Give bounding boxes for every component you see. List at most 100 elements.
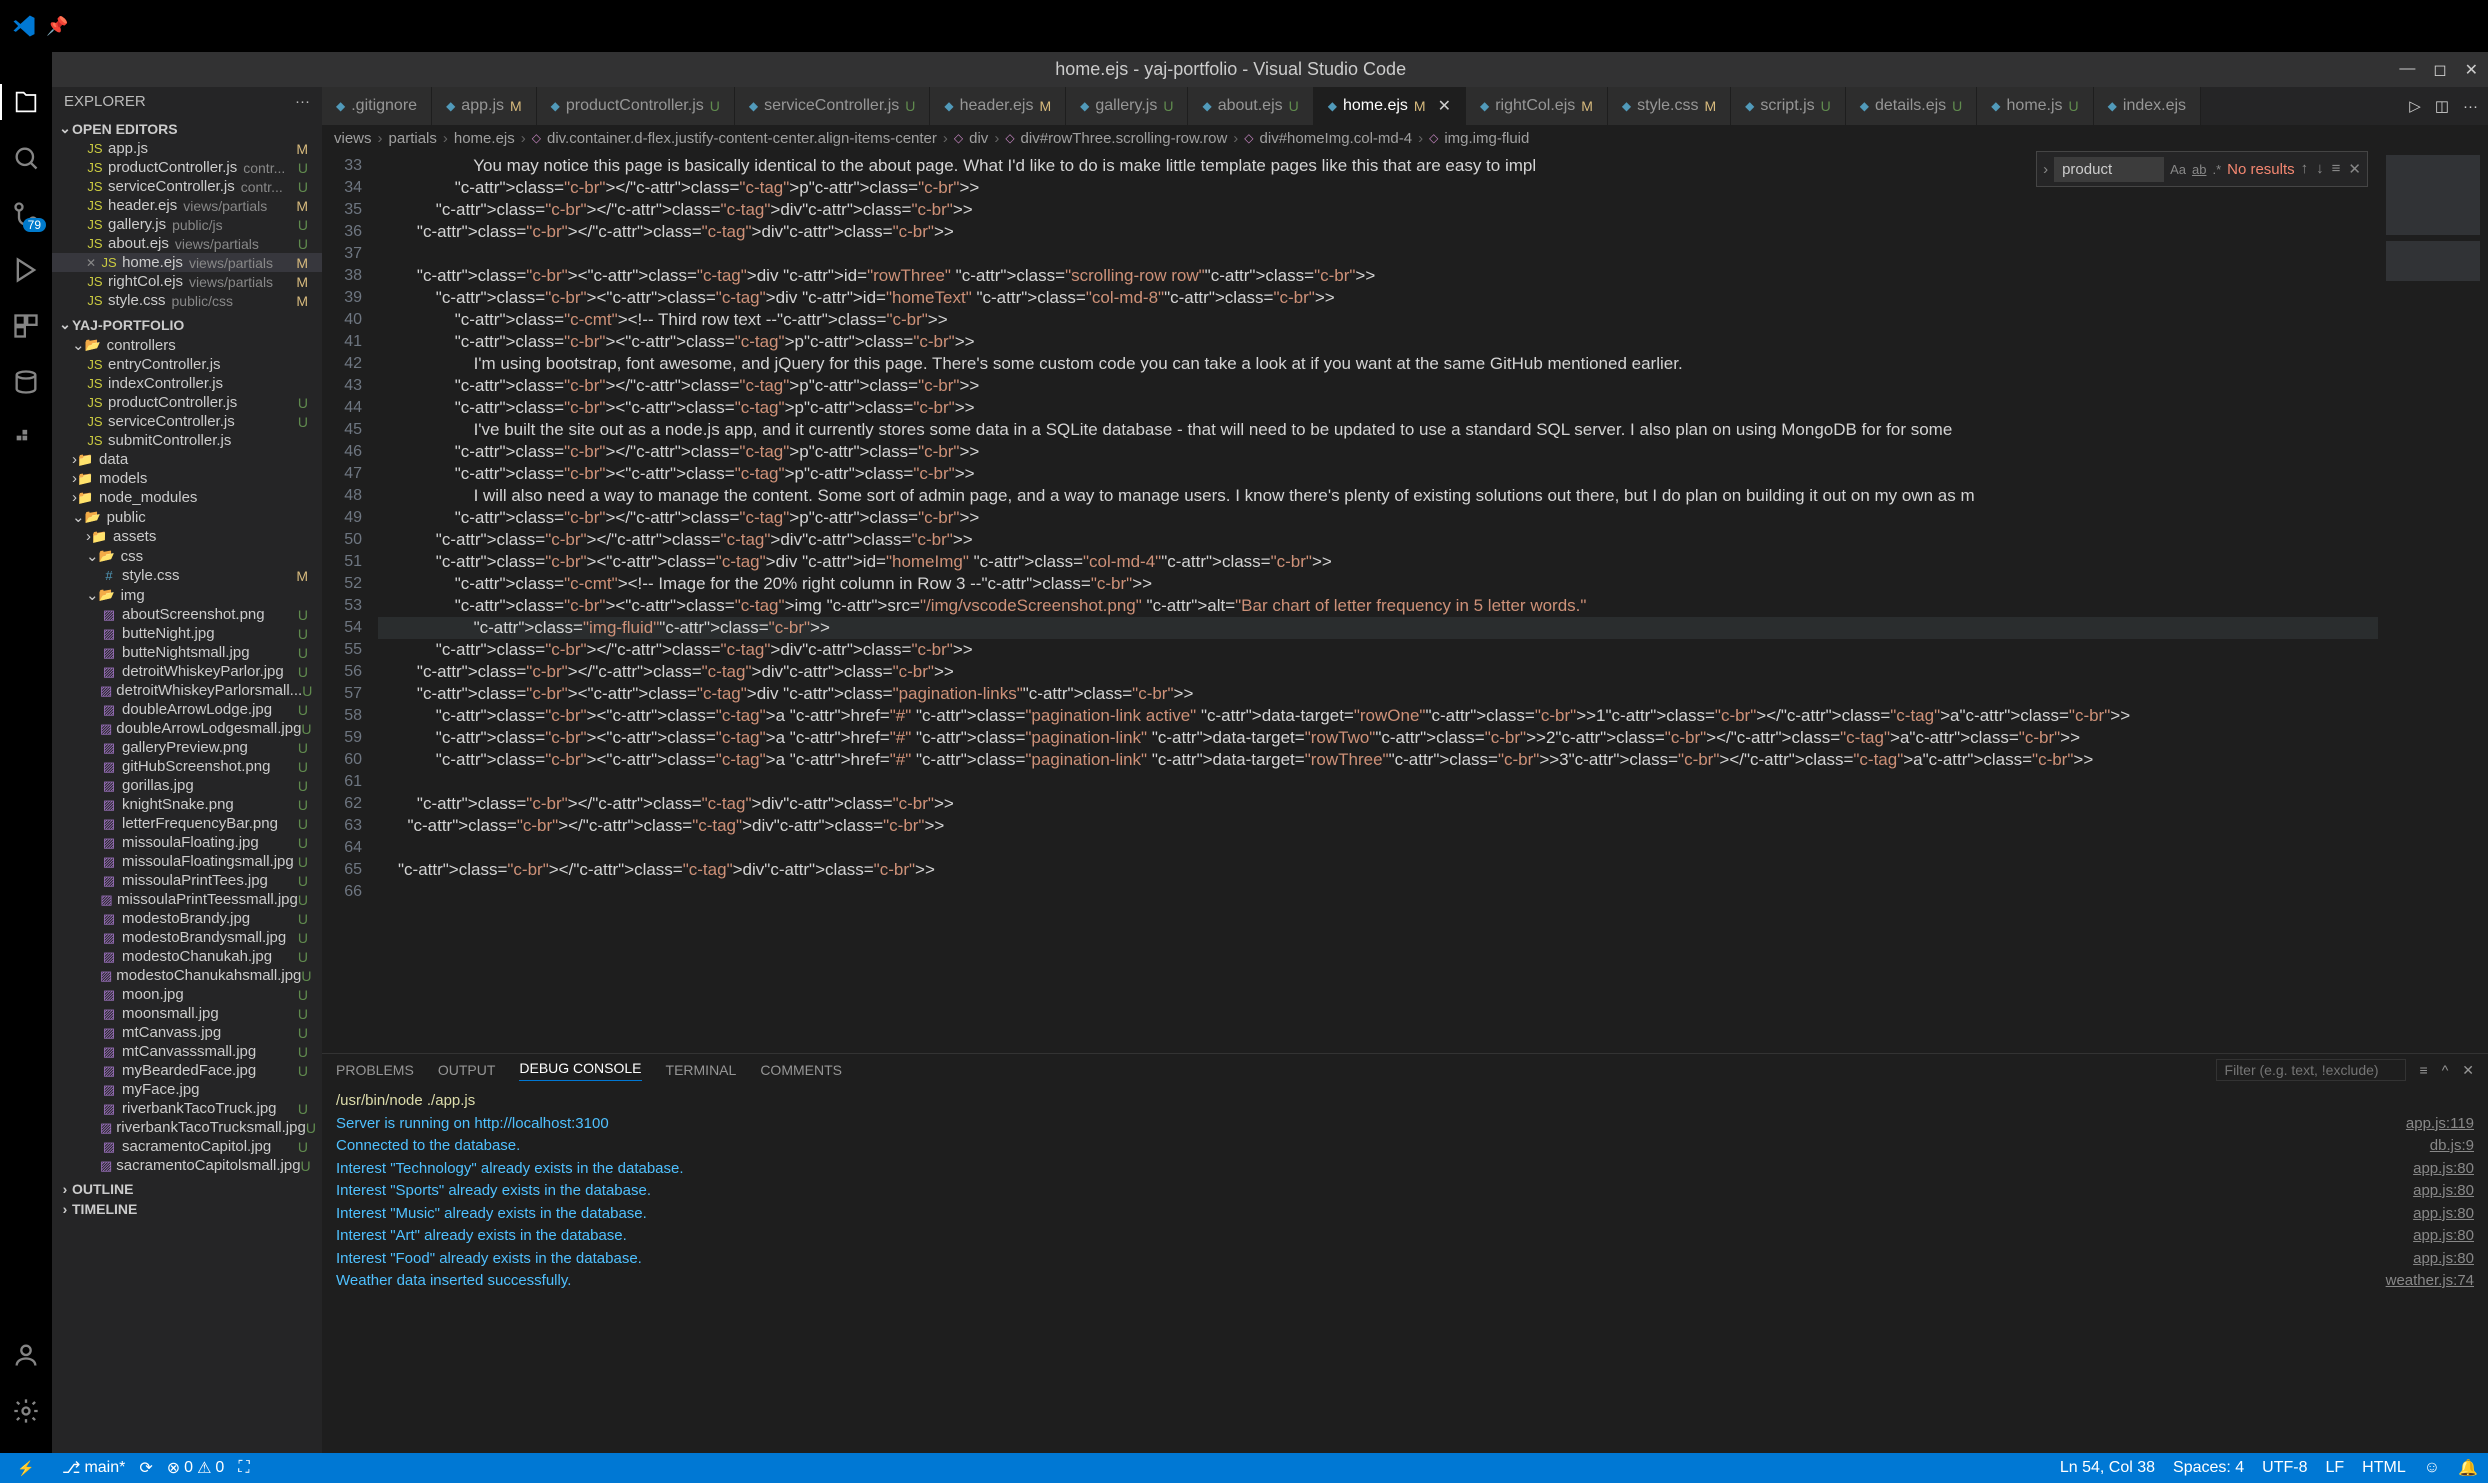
tab[interactable]: ◆home.ejsM✕ bbox=[1314, 87, 1466, 125]
tab[interactable]: ◆header.ejsM bbox=[930, 87, 1066, 125]
file-item[interactable]: ▨detroitWhiskeyParlor.jpgU bbox=[52, 662, 322, 681]
file-item[interactable]: ▨riverbankTacoTruck.jpgU bbox=[52, 1099, 322, 1118]
outline-header[interactable]: ›OUTLINE bbox=[52, 1179, 322, 1199]
minimap[interactable] bbox=[2378, 151, 2488, 1053]
tab[interactable]: ◆about.ejsU bbox=[1188, 87, 1313, 125]
indent-indicator[interactable]: Spaces: 4 bbox=[2173, 1459, 2244, 1477]
open-editor-item[interactable]: ✕JShome.ejsviews/partialsM bbox=[52, 253, 322, 272]
find-prev-icon[interactable]: ↑ bbox=[2301, 160, 2309, 178]
open-editor-item[interactable]: JSstyle.csspublic/cssM bbox=[52, 291, 322, 310]
file-item[interactable]: JSsubmitController.js bbox=[52, 431, 322, 450]
find-input[interactable] bbox=[2054, 157, 2164, 182]
more-icon[interactable]: ··· bbox=[2463, 98, 2478, 115]
panel-tab[interactable]: TERMINAL bbox=[666, 1062, 737, 1078]
panel-tab[interactable]: DEBUG CONSOLE bbox=[519, 1060, 641, 1081]
cursor-position[interactable]: Ln 54, Col 38 bbox=[2060, 1459, 2155, 1477]
file-item[interactable]: ▨modestoChanukahsmall.jpgU bbox=[52, 966, 322, 985]
close-button[interactable]: ✕ bbox=[2465, 60, 2478, 80]
tab[interactable]: ◆home.jsU bbox=[1977, 87, 2093, 125]
minimize-button[interactable]: — bbox=[2399, 60, 2415, 80]
close-panel-icon[interactable]: ✕ bbox=[2462, 1062, 2474, 1079]
notifications-icon[interactable]: 🔔 bbox=[2458, 1458, 2478, 1478]
breadcrumb-item[interactable]: div.container.d-flex.justify-content-cen… bbox=[547, 130, 937, 147]
maximize-button[interactable]: ◻ bbox=[2433, 60, 2446, 80]
sync-icon[interactable]: ⟳ bbox=[139, 1458, 152, 1478]
database-icon[interactable] bbox=[12, 368, 40, 396]
file-item[interactable]: ▨missoulaFloating.jpgU bbox=[52, 833, 322, 852]
explorer-icon[interactable] bbox=[12, 88, 40, 116]
folder-models[interactable]: ›📁models bbox=[52, 469, 322, 488]
pin-icon[interactable]: 📌 bbox=[46, 16, 68, 37]
file-item[interactable]: ▨galleryPreview.pngU bbox=[52, 738, 322, 757]
tab[interactable]: ◆index.ejs bbox=[2094, 87, 2201, 125]
file-style-css[interactable]: #style.cssM bbox=[52, 566, 322, 585]
file-item[interactable]: ▨missoulaPrintTees.jpgU bbox=[52, 871, 322, 890]
file-item[interactable]: ▨modestoChanukah.jpgU bbox=[52, 947, 322, 966]
folder-data[interactable]: ›📁data bbox=[52, 450, 322, 469]
tab[interactable]: ◆.gitignore bbox=[322, 87, 432, 125]
breadcrumb-item[interactable]: div#rowThree.scrolling-row.row bbox=[1021, 130, 1228, 147]
file-item[interactable]: ▨gorillas.jpgU bbox=[52, 776, 322, 795]
clear-icon[interactable]: ≡ bbox=[2420, 1062, 2428, 1078]
file-item[interactable]: ▨sacramentoCapitolsmall.jpgU bbox=[52, 1156, 322, 1175]
file-item[interactable]: JSserviceController.jsU bbox=[52, 412, 322, 431]
maximize-panel-icon[interactable]: ^ bbox=[2442, 1062, 2449, 1078]
tab[interactable]: ◆details.ejsU bbox=[1846, 87, 1978, 125]
file-item[interactable]: ▨detroitWhiskeyParlorsmall...U bbox=[52, 681, 322, 700]
file-item[interactable]: JSproductController.jsU bbox=[52, 393, 322, 412]
encoding-indicator[interactable]: UTF-8 bbox=[2262, 1459, 2307, 1477]
folder-controllers[interactable]: ⌄📂controllers bbox=[52, 335, 322, 355]
search-icon[interactable] bbox=[12, 144, 40, 172]
open-editor-item[interactable]: JSapp.jsM bbox=[52, 139, 322, 158]
match-case-icon[interactable]: Aa bbox=[2170, 162, 2186, 177]
open-editor-item[interactable]: JSabout.ejsviews/partialsU bbox=[52, 234, 322, 253]
folder-assets[interactable]: ›📁assets bbox=[52, 527, 322, 546]
folder-node-modules[interactable]: ›📁node_modules bbox=[52, 488, 322, 507]
open-editor-item[interactable]: JSrightCol.ejsviews/partialsM bbox=[52, 272, 322, 291]
file-item[interactable]: ▨missoulaFloatingsmall.jpgU bbox=[52, 852, 322, 871]
tab[interactable]: ◆script.jsU bbox=[1731, 87, 1846, 125]
file-item[interactable]: ▨riverbankTacoTrucksmall.jpgU bbox=[52, 1118, 322, 1137]
match-word-icon[interactable]: ab bbox=[2192, 162, 2206, 177]
scm-icon[interactable]: 79 bbox=[12, 200, 40, 228]
breadcrumbs[interactable]: views›partials›home.ejs›◇div.container.d… bbox=[322, 125, 2488, 151]
open-editors-header[interactable]: ⌄OPEN EDITORS bbox=[52, 118, 322, 139]
file-item[interactable]: ▨modestoBrandy.jpgU bbox=[52, 909, 322, 928]
tab[interactable]: ◆app.jsM bbox=[432, 87, 537, 125]
filter-input[interactable] bbox=[2216, 1059, 2406, 1081]
project-header[interactable]: ⌄YAJ-PORTFOLIO bbox=[52, 314, 322, 335]
find-toggle-icon[interactable]: › bbox=[2043, 161, 2048, 178]
feedback-icon[interactable]: ☺ bbox=[2424, 1459, 2440, 1477]
file-item[interactable]: ▨butteNightsmall.jpgU bbox=[52, 643, 322, 662]
open-editor-item[interactable]: JSgallery.jspublic/jsU bbox=[52, 215, 322, 234]
timeline-header[interactable]: ›TIMELINE bbox=[52, 1199, 322, 1219]
file-item[interactable]: ▨sacramentoCapitol.jpgU bbox=[52, 1137, 322, 1156]
panel-tab[interactable]: PROBLEMS bbox=[336, 1062, 414, 1078]
file-item[interactable]: ▨myBeardedFace.jpgU bbox=[52, 1061, 322, 1080]
breadcrumb-item[interactable]: views bbox=[334, 130, 372, 147]
file-item[interactable]: ▨letterFrequencyBar.pngU bbox=[52, 814, 322, 833]
file-item[interactable]: ▨moonsmall.jpgU bbox=[52, 1004, 322, 1023]
errors-indicator[interactable]: ⊗ 0 ⚠ 0 bbox=[167, 1458, 225, 1478]
language-indicator[interactable]: HTML bbox=[2362, 1459, 2406, 1477]
remote-indicator[interactable]: ⚡ bbox=[0, 1453, 52, 1483]
file-item[interactable]: JSindexController.js bbox=[52, 374, 322, 393]
code[interactable]: You may notice this page is basically id… bbox=[378, 151, 2378, 1053]
close-icon[interactable]: ✕ bbox=[1438, 96, 1451, 116]
file-item[interactable]: ▨knightSnake.pngU bbox=[52, 795, 322, 814]
find-selection-icon[interactable]: ≡ bbox=[2332, 160, 2341, 178]
debug-icon[interactable] bbox=[12, 256, 40, 284]
file-item[interactable]: ▨missoulaPrintTeessmall.jpgU bbox=[52, 890, 322, 909]
sidebar-more-icon[interactable]: ··· bbox=[295, 93, 310, 110]
tab[interactable]: ◆gallery.jsU bbox=[1066, 87, 1188, 125]
breadcrumb-item[interactable]: div#homeImg.col-md-4 bbox=[1260, 130, 1413, 147]
tab[interactable]: ◆productController.jsU bbox=[537, 87, 735, 125]
tab[interactable]: ◆style.cssM bbox=[1608, 87, 1731, 125]
breadcrumb-item[interactable]: img.img-fluid bbox=[1444, 130, 1529, 147]
open-editor-item[interactable]: JSserviceController.jscontr...U bbox=[52, 177, 322, 196]
breadcrumb-item[interactable]: div bbox=[969, 130, 988, 147]
tab[interactable]: ◆serviceController.jsU bbox=[735, 87, 931, 125]
file-item[interactable]: ▨modestoBrandysmall.jpgU bbox=[52, 928, 322, 947]
docker-icon[interactable] bbox=[12, 424, 40, 452]
split-icon[interactable]: ◫ bbox=[2435, 97, 2449, 115]
